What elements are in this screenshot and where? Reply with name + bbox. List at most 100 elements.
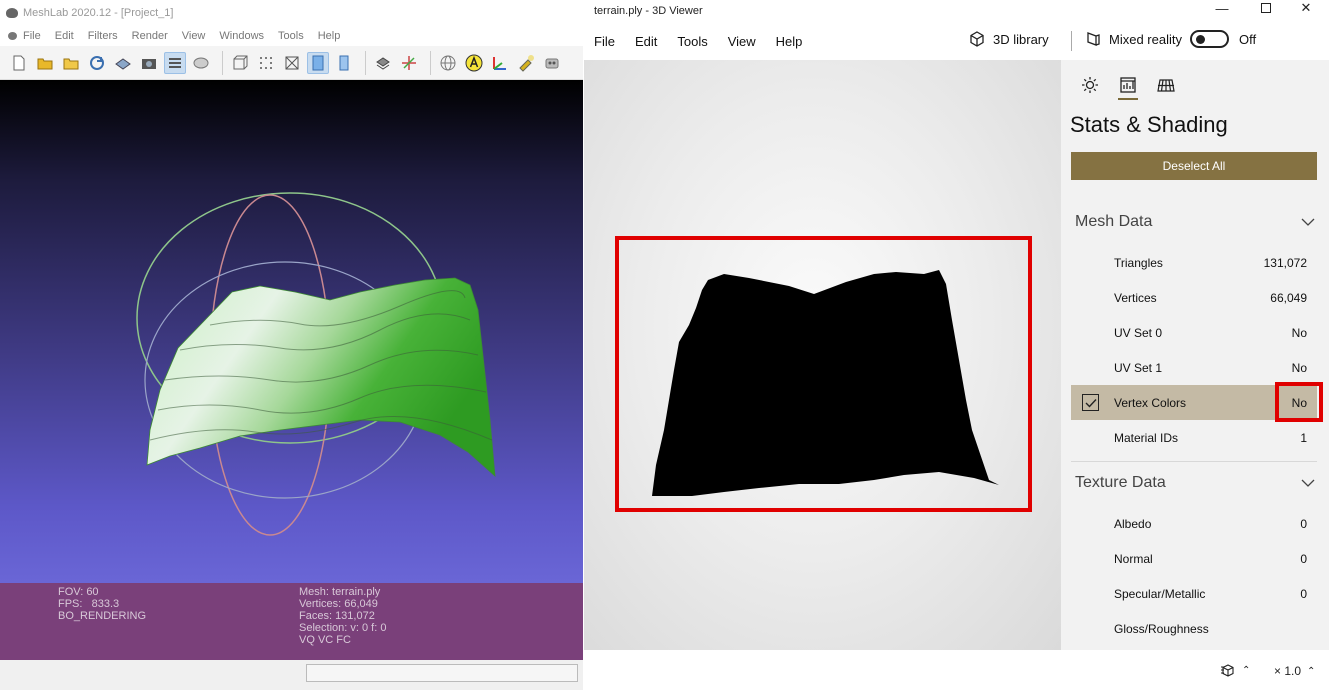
viewer-menu-view[interactable]: View: [718, 34, 766, 49]
wireframe-button[interactable]: [281, 52, 303, 74]
save-button[interactable]: [112, 52, 134, 74]
selection-button[interactable]: [372, 52, 394, 74]
axis-button[interactable]: [489, 52, 511, 74]
chevron-down-icon: [1301, 479, 1315, 487]
stat-row-vertex-colors[interactable]: Vertex Colors No: [1071, 382, 1323, 422]
zoom-control[interactable]: × 1.0 ⌃: [1274, 664, 1315, 678]
meshlab-title-bar: MeshLab 2020.12 - [Project_1]: [0, 0, 583, 26]
viewer-window: terrain.ply - 3D Viewer — ✕ File Edit To…: [584, 0, 1329, 690]
toolbar-separator: [365, 50, 366, 75]
close-button[interactable]: ✕: [1286, 0, 1326, 16]
minimize-icon: —: [1215, 0, 1229, 16]
mesh-name-text: Mesh: terrain.ply: [299, 586, 381, 598]
import-mesh-button[interactable]: [60, 52, 82, 74]
raster-icon: [193, 57, 209, 68]
maximize-button[interactable]: [1246, 0, 1286, 16]
meshlab-menu-tools[interactable]: Tools: [271, 30, 311, 42]
meshlab-info-panel: FOV: 60 FPS: 833.3 BO_RENDERING Mesh: te…: [0, 583, 583, 660]
stat-value: 0: [1300, 551, 1307, 566]
viewer-menu-file[interactable]: File: [584, 34, 625, 49]
meshlab-menu-filters[interactable]: Filters: [81, 30, 125, 42]
viewer-3d-stage[interactable]: [584, 60, 1061, 650]
stats-panel: Stats & Shading Deselect All Mesh Data T…: [1061, 60, 1329, 650]
stat-value: 131,072: [1263, 255, 1307, 270]
points-button[interactable]: [255, 52, 277, 74]
stat-label: Vertices: [1114, 290, 1157, 305]
panel-title: Stats & Shading: [1070, 112, 1228, 137]
texture-data-title: Texture Data: [1075, 474, 1166, 491]
viewer-menu-help[interactable]: Help: [766, 34, 813, 49]
highlight-rectangle-value: [1275, 382, 1323, 422]
align-button[interactable]: [398, 52, 420, 74]
stat-row-vertices: Vertices 66,049: [1071, 280, 1317, 315]
meshlab-toolbar: [0, 46, 583, 80]
deselect-all-button[interactable]: Deselect All: [1071, 152, 1317, 180]
meshlab-menu-render[interactable]: Render: [125, 30, 175, 42]
folder-icon: [63, 58, 79, 69]
bbox-button[interactable]: [229, 52, 251, 74]
mesh-select-icon: [376, 56, 390, 70]
3d-library-button[interactable]: 3D library: [968, 30, 1049, 48]
smooth-shading-button[interactable]: [333, 52, 355, 74]
stats-chart-icon: [1120, 77, 1136, 93]
chevron-up-icon: ⌃: [1242, 664, 1251, 676]
minimize-button[interactable]: —: [1202, 0, 1242, 16]
terrain-render: [136, 192, 496, 536]
stat-row-normal: Normal 0: [1071, 541, 1317, 576]
meshlab-menu-edit[interactable]: Edit: [48, 30, 81, 42]
meshlab-3d-viewport[interactable]: [0, 80, 583, 583]
meshlab-menu-help[interactable]: Help: [311, 30, 348, 42]
tab-lighting[interactable]: [1071, 70, 1109, 100]
display-options-button[interactable]: ⌃: [1220, 663, 1250, 677]
mesh-data-section-header[interactable]: Mesh Data: [1075, 211, 1315, 233]
flat-shading-icon: [312, 55, 324, 70]
view-cube-icon: [1221, 664, 1234, 677]
meshlab-menubar: File Edit Filters Render View Windows To…: [0, 26, 583, 46]
viewer-menu-tools[interactable]: Tools: [667, 34, 717, 49]
meshlab-app-icon: [6, 8, 18, 18]
meshlab-status-bar: [0, 660, 583, 690]
maximize-icon: [1261, 3, 1271, 13]
stat-label: Material IDs: [1114, 430, 1179, 445]
mixed-reality-icon: [1087, 32, 1100, 46]
layers-button[interactable]: [164, 51, 186, 74]
texture-data-section-header[interactable]: Texture Data: [1075, 472, 1315, 494]
stat-row-gloss-roughness: Gloss/Roughness: [1071, 611, 1317, 646]
faces-text: Faces: 131,072: [299, 610, 375, 622]
stat-value: No: [1291, 360, 1307, 375]
vertex-colors-checkbox[interactable]: [1082, 394, 1099, 411]
wireframe-icon: [285, 56, 299, 69]
meshlab-menu-windows[interactable]: Windows: [212, 30, 271, 42]
stat-row-albedo: Albedo 0: [1071, 506, 1317, 541]
reload-button[interactable]: [86, 52, 108, 74]
layers-icon: [169, 57, 181, 68]
zoom-level: × 1.0: [1274, 664, 1302, 678]
mixed-reality-toggle[interactable]: [1189, 30, 1229, 48]
open-project-button[interactable]: [34, 52, 56, 74]
meshlab-menu-file[interactable]: File: [4, 30, 48, 42]
light-button[interactable]: [515, 52, 537, 74]
fps-text: FPS: 833.3: [58, 598, 120, 610]
stat-label: Albedo: [1114, 516, 1152, 531]
highlight-rectangle-model: [615, 236, 1032, 512]
annotation-button[interactable]: [463, 52, 485, 74]
stat-label: Vertex Colors: [1114, 395, 1187, 410]
axis-icon: [493, 56, 506, 70]
raster-button[interactable]: [190, 52, 212, 74]
mixed-reality-control[interactable]: Mixed reality Off: [1084, 30, 1256, 48]
viewer-menu-edit[interactable]: Edit: [625, 34, 667, 49]
camera-icon: [142, 58, 156, 69]
snapshot-button[interactable]: [138, 52, 160, 74]
3d-library-label: 3D library: [993, 31, 1049, 47]
flat-shading-button[interactable]: [307, 51, 329, 74]
grid-icon: [1157, 79, 1175, 92]
stat-label: Normal: [1114, 551, 1153, 566]
meshlab-menu-view[interactable]: View: [175, 30, 213, 42]
stat-label: UV Set 1: [1114, 360, 1163, 375]
tab-grid[interactable]: [1147, 70, 1185, 100]
render-plugin-button[interactable]: [541, 52, 563, 74]
stat-value: 0: [1300, 586, 1307, 601]
tab-stats[interactable]: [1109, 70, 1147, 100]
trackball-button[interactable]: [437, 52, 459, 74]
new-project-button[interactable]: [8, 52, 30, 74]
